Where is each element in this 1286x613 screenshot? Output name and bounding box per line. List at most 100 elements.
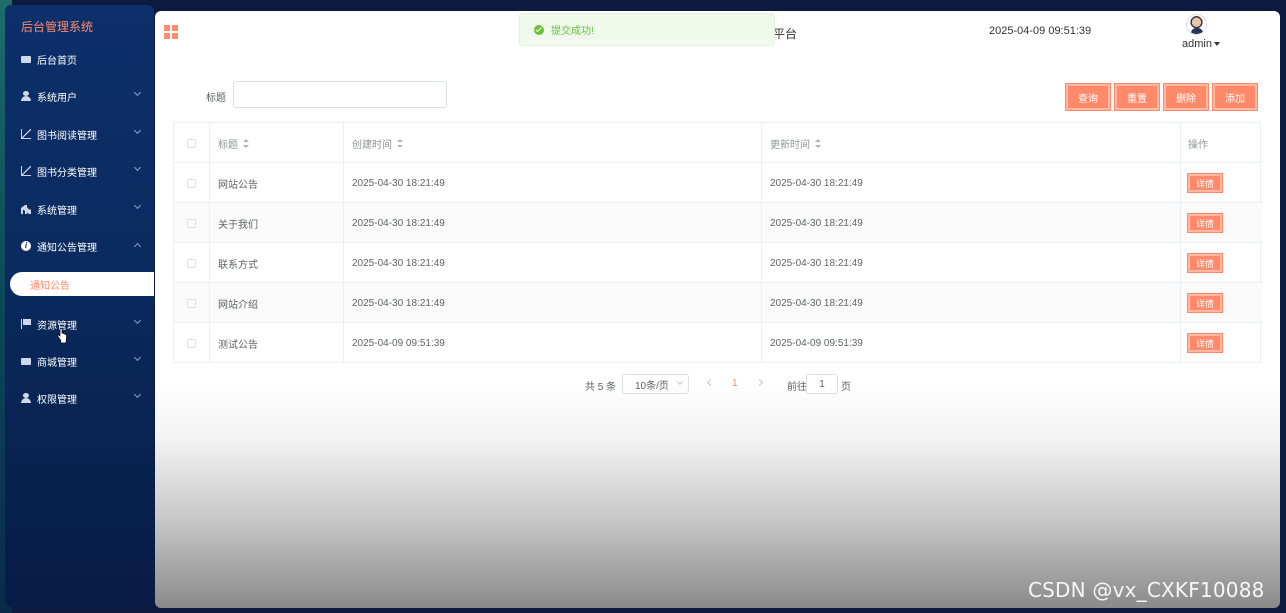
sidebar-item-resource-management[interactable]: 资源管理 [5,307,154,341]
sidebar-item-book-reading[interactable]: 图书阅读管理 [5,117,154,151]
caret-down-icon[interactable] [1214,42,1220,46]
user-menu-name[interactable]: admin [1182,38,1212,50]
success-toast: 提交成功! [519,13,775,46]
sidebar-item-home[interactable]: 后台首页 [5,42,154,76]
monitor-icon [21,55,31,63]
query-button[interactable]: 查询 [1065,83,1111,111]
page-size-value: 10条/页 [635,380,669,392]
sidebar-item-label: 图书分类管理 [37,167,97,179]
chevron-down-icon [133,163,142,172]
detail-button[interactable]: 详情 [1187,293,1223,313]
chevron-down-icon [133,316,142,325]
cell-title: 联系方式 [210,243,344,283]
row-checkbox[interactable] [187,298,196,308]
chevron-up-icon [133,242,142,251]
sidebar: 后台管理系统 后台首页 系统用户 图书阅读管理 图书分类管理 系统管理 i 通知… [5,5,154,607]
bar-chart-icon [21,205,31,214]
sidebar-item-label: 系统管理 [37,205,77,217]
cell-created: 2025-04-30 18:21:49 [344,283,762,323]
column-header-title[interactable]: 标题 [210,123,344,163]
check-circle-icon [534,24,544,35]
grid-menu-icon[interactable] [164,25,178,39]
avatar[interactable] [1186,14,1207,35]
sort-icon[interactable] [815,138,821,148]
detail-button[interactable]: 详情 [1187,333,1223,353]
select-all-cell [174,123,210,163]
cell-created: 2025-04-30 18:21:49 [344,163,762,203]
table-row: 关于我们 2025-04-30 18:21:49 2025-04-30 18:2… [174,203,1262,243]
chart-icon [21,166,31,176]
main-panel: 平台 2025-04-09 09:51:39 admin 标题 查询 重置 删除… [155,11,1280,608]
table-row: 网站公告 2025-04-30 18:21:49 2025-04-30 18:2… [174,163,1262,203]
search-label: 标题 [206,93,226,104]
reset-button[interactable]: 重置 [1114,83,1160,111]
cell-created: 2025-04-30 18:21:49 [344,203,762,243]
sidebar-item-label: 商城管理 [37,357,77,369]
row-checkbox[interactable] [187,258,196,268]
watermark: CSDN @vx_CXKF10088 [1028,578,1265,602]
detail-button[interactable]: 详情 [1187,253,1223,273]
chevron-down-icon [133,88,142,97]
sidebar-item-label: 图书阅读管理 [37,130,97,142]
current-page-number[interactable]: 1 [732,378,738,389]
cell-title: 网站公告 [210,163,344,203]
chevron-down-icon [677,379,683,385]
sidebar-item-shop-management[interactable]: 商城管理 [5,344,154,378]
cell-updated: 2025-04-09 09:51:39 [762,323,1181,363]
cell-created: 2025-04-30 18:21:49 [344,243,762,283]
cell-updated: 2025-04-30 18:21:49 [762,203,1181,243]
row-checkbox[interactable] [187,218,196,228]
user-icon [21,91,31,101]
chevron-down-icon [133,353,142,362]
goto-page-input[interactable] [806,374,838,394]
table-row: 联系方式 2025-04-30 18:21:49 2025-04-30 18:2… [174,243,1262,283]
chevron-down-icon [133,126,142,135]
add-button[interactable]: 添加 [1212,83,1258,111]
chart-icon [21,129,31,139]
monitor-icon [21,357,31,365]
header-datetime: 2025-04-09 09:51:39 [989,25,1092,37]
toast-message: 提交成功! [551,26,594,37]
sort-icon[interactable] [397,138,403,148]
select-all-checkbox[interactable] [187,138,196,148]
cell-title: 网站介绍 [210,283,344,323]
table-row: 测试公告 2025-04-09 09:51:39 2025-04-09 09:5… [174,323,1262,363]
sidebar-item-label: 系统用户 [37,92,77,104]
cell-updated: 2025-04-30 18:21:49 [762,243,1181,283]
table-header-row: 标题 创建时间 更新时间 操作 [174,123,1262,163]
sidebar-item-label: 通知公告管理 [37,242,97,254]
sidebar-item-system-management[interactable]: 系统管理 [5,192,154,226]
sidebar-item-notice-management[interactable]: i 通知公告管理 [5,229,154,263]
flag-icon [21,319,31,329]
info-icon: i [21,241,31,251]
cell-created: 2025-04-09 09:51:39 [344,323,762,363]
cell-title: 关于我们 [210,203,344,243]
row-checkbox[interactable] [187,178,196,188]
sidebar-item-label: 后台首页 [37,55,77,67]
user-icon [21,393,31,403]
page-size-select[interactable]: 10条/页 [622,374,689,394]
header-title: 平台 [773,27,798,41]
chevron-down-icon [133,390,142,399]
column-header-updated[interactable]: 更新时间 [762,123,1181,163]
sidebar-subitem-notice[interactable]: 通知公告 [10,272,154,296]
table-row: 网站介绍 2025-04-30 18:21:49 2025-04-30 18:2… [174,283,1262,323]
cell-updated: 2025-04-30 18:21:49 [762,283,1181,323]
next-page-icon[interactable] [755,378,764,387]
pagination-total: 共 5 条 [585,382,617,393]
detail-button[interactable]: 详情 [1187,213,1223,233]
delete-button[interactable]: 删除 [1163,83,1209,111]
prev-page-icon[interactable] [706,378,715,387]
goto-label: 前往 [787,382,807,393]
sidebar-item-system-users[interactable]: 系统用户 [5,79,154,113]
column-header-created[interactable]: 创建时间 [344,123,762,163]
column-header-actions: 操作 [1188,139,1208,151]
sidebar-item-permission-management[interactable]: 权限管理 [5,381,154,415]
detail-button[interactable]: 详情 [1187,173,1223,193]
cell-title: 测试公告 [210,323,344,363]
sidebar-item-book-category[interactable]: 图书分类管理 [5,154,154,188]
title-search-input[interactable] [233,81,447,108]
sort-icon[interactable] [243,138,249,148]
notice-table: 标题 创建时间 更新时间 操作 网站公告 2025-04-30 18:21:49… [173,122,1262,363]
row-checkbox[interactable] [187,338,196,348]
